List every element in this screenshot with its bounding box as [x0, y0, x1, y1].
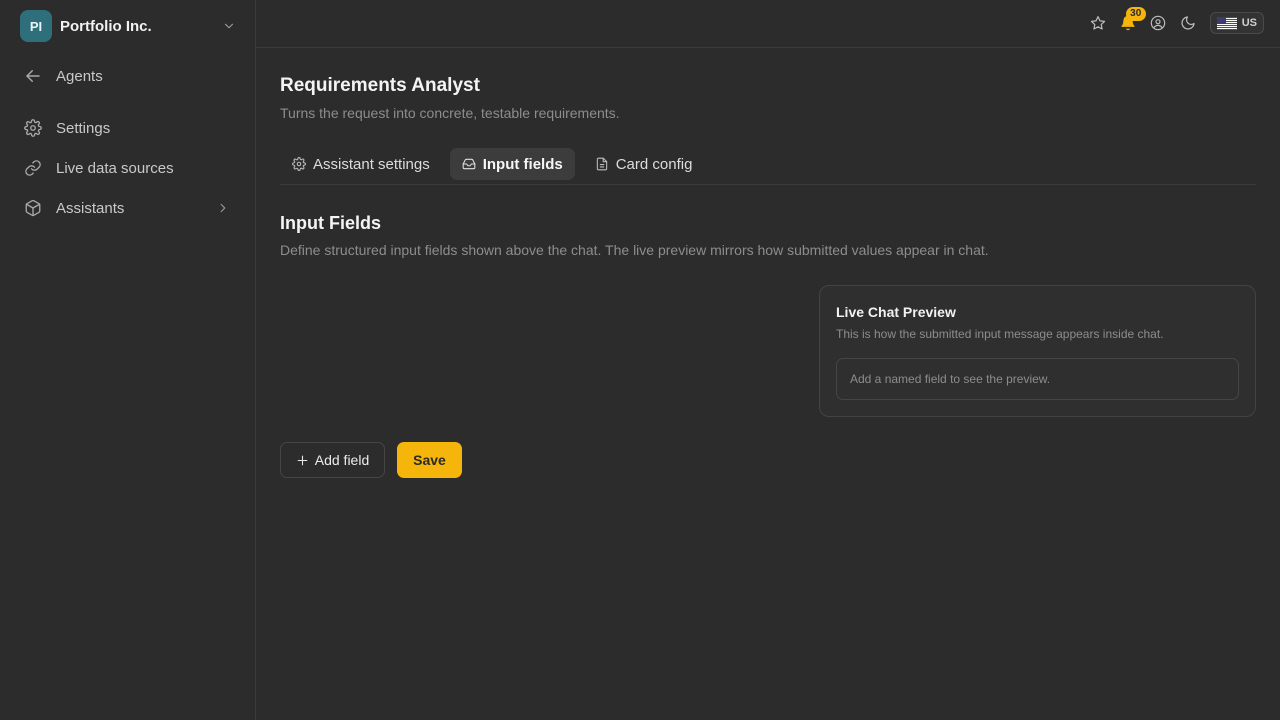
chevron-down-icon — [224, 23, 234, 29]
app-root: PI Portfolio Inc. Agents Settings Live d… — [0, 0, 1280, 720]
tab-assistant-settings[interactable]: Assistant settings — [280, 148, 442, 180]
tab-label: Input fields — [482, 155, 563, 173]
sidebar-item-label: Settings — [56, 119, 111, 137]
us-flag-icon — [1216, 16, 1237, 30]
tab-input-fields[interactable]: Input fields — [449, 148, 575, 180]
user-circle-icon — [1150, 15, 1165, 31]
live-chat-preview-card: Live Chat Preview This is how the submit… — [819, 285, 1256, 417]
preview-message-box: Add a named field to see the preview. — [836, 358, 1239, 400]
notifications-button[interactable]: 30 — [1120, 7, 1146, 31]
preview-title: Live Chat Preview — [836, 304, 956, 320]
plus-icon — [297, 455, 308, 465]
favorite-button[interactable] — [1090, 15, 1106, 31]
tab-bar: Assistant settings Input fields Card con… — [280, 148, 1256, 185]
account-button[interactable] — [1150, 15, 1166, 31]
file-icon — [596, 157, 607, 171]
sidebar-item-label: Live data sources — [56, 159, 174, 177]
gear-icon — [292, 157, 306, 171]
tray-icon — [462, 158, 476, 170]
sidebar-item-label: Assistants — [56, 199, 125, 217]
sidebar-item-live-data-sources[interactable]: Live data sources — [24, 153, 234, 183]
add-field-button[interactable]: Add field — [280, 442, 385, 478]
page-subtitle: Turns the request into concrete, testabl… — [280, 105, 620, 121]
locale-selector[interactable]: US — [1209, 12, 1264, 34]
sidebar-item-label: Agents — [56, 67, 103, 85]
add-field-label: Add field — [314, 452, 370, 468]
tab-card-config[interactable]: Card config — [583, 148, 705, 180]
section-title: Input Fields — [280, 213, 381, 233]
sidebar-item-settings[interactable]: Settings — [24, 113, 234, 143]
locale-label: US — [1241, 17, 1257, 29]
save-button[interactable]: Save — [397, 442, 462, 478]
moon-icon — [1181, 16, 1195, 30]
section-subtitle: Define structured input fields shown abo… — [280, 242, 989, 258]
page-title: Requirements Analyst — [280, 75, 480, 96]
theme-toggle[interactable] — [1180, 15, 1196, 31]
sidebar: PI Portfolio Inc. Agents Settings Live d… — [0, 0, 256, 720]
star-icon — [1090, 16, 1105, 30]
topbar-actions: 30 US — [1076, 7, 1264, 34]
topbar: 30 US — [256, 0, 1280, 48]
sidebar-item-assistants[interactable]: Assistants — [24, 193, 234, 223]
gear-icon — [24, 119, 42, 137]
org-switcher[interactable]: PI Portfolio Inc. — [20, 10, 240, 42]
org-name: Portfolio Inc. — [60, 17, 152, 35]
sidebar-item-agents[interactable]: Agents — [24, 61, 234, 91]
notification-count-badge: 30 — [1125, 7, 1146, 21]
link-icon — [25, 160, 41, 176]
org-avatar: PI — [20, 10, 52, 42]
tab-label: Card config — [615, 155, 693, 173]
arrow-left-icon — [26, 70, 40, 82]
cube-icon — [25, 199, 41, 217]
preview-subtitle: This is how the submitted input message … — [836, 327, 1164, 341]
main-area: 30 US Requirements Analyst Turns the req… — [256, 0, 1280, 720]
chevron-right-icon — [220, 203, 226, 213]
tab-label: Assistant settings — [313, 155, 430, 173]
